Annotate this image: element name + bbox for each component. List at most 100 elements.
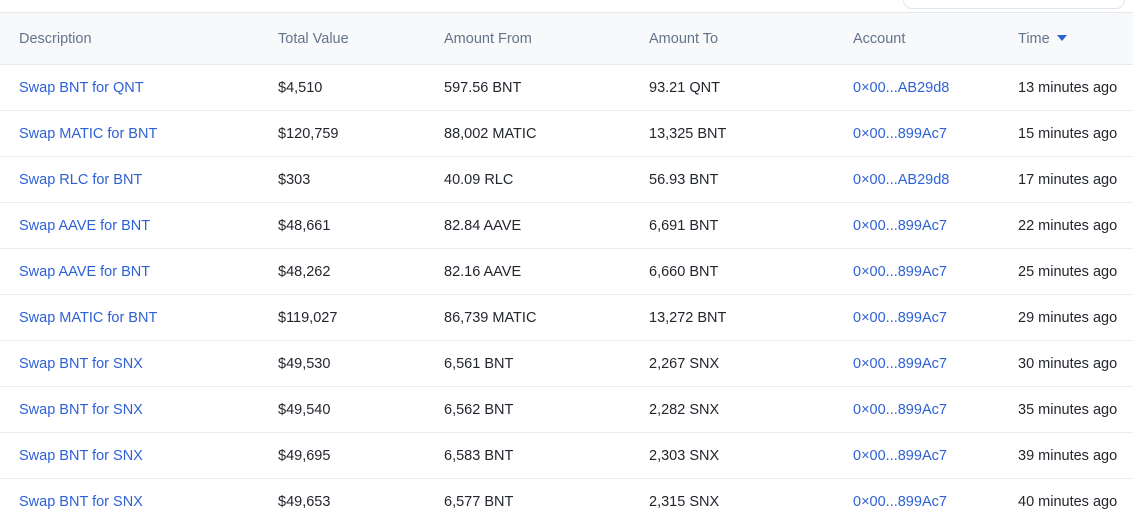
total-value-cell: $4,510 xyxy=(259,64,425,111)
time-cell: 30 minutes ago xyxy=(999,340,1133,387)
table-row: Swap BNT for SNX $49,695 6,583 BNT 2,303… xyxy=(0,432,1133,479)
account-cell: 0×00...AB29d8 xyxy=(834,64,999,111)
description-link[interactable]: Swap BNT for SNX xyxy=(19,448,143,464)
time-cell: 35 minutes ago xyxy=(999,386,1133,433)
total-value-cell: $119,027 xyxy=(259,294,425,341)
time-cell: 25 minutes ago xyxy=(999,248,1133,295)
amount-from-cell: 6,561 BNT xyxy=(425,340,630,387)
table-row: Swap AAVE for BNT $48,661 82.84 AAVE 6,6… xyxy=(0,202,1133,249)
account-link[interactable]: 0×00...AB29d8 xyxy=(853,80,949,96)
description-cell: Swap AAVE for BNT xyxy=(0,248,259,295)
description-link[interactable]: Swap BNT for SNX xyxy=(19,494,143,510)
account-link[interactable]: 0×00...899Ac7 xyxy=(853,264,947,280)
description-link[interactable]: Swap AAVE for BNT xyxy=(19,218,150,234)
amount-from-cell: 86,739 MATIC xyxy=(425,294,630,341)
column-header-time-label: Time xyxy=(1018,30,1050,47)
amount-from-cell: 82.84 AAVE xyxy=(425,202,630,249)
amount-from-cell: 6,583 BNT xyxy=(425,432,630,479)
total-value-cell: $49,540 xyxy=(259,386,425,433)
total-value-cell: $49,530 xyxy=(259,340,425,387)
total-value-cell: $48,262 xyxy=(259,248,425,295)
amount-to-cell: 2,267 SNX xyxy=(630,340,834,387)
description-cell: Swap BNT for QNT xyxy=(0,64,259,111)
amount-to-cell: 2,282 SNX xyxy=(630,386,834,433)
amount-to-cell: 2,303 SNX xyxy=(630,432,834,479)
sort-desc-icon[interactable] xyxy=(1056,34,1067,41)
description-link[interactable]: Swap AAVE for BNT xyxy=(19,264,150,280)
time-cell: 40 minutes ago xyxy=(1018,493,1118,510)
description-cell: Swap AAVE for BNT xyxy=(0,202,259,249)
description-cell: Swap BNT for SNX xyxy=(0,386,259,433)
amount-from-cell: 597.56 BNT xyxy=(425,64,630,111)
account-cell: 0×00...899Ac7 xyxy=(834,479,999,516)
table-row: Swap BNT for SNX $49,530 6,561 BNT 2,267… xyxy=(0,340,1133,387)
table-row: Swap AAVE for BNT $48,262 82.16 AAVE 6,6… xyxy=(0,248,1133,295)
account-cell: 0×00...899Ac7 xyxy=(834,110,999,157)
account-cell: 0×00...899Ac7 xyxy=(834,340,999,387)
transactions-page: Description Total Value Amount From Amou… xyxy=(0,0,1133,516)
amount-from-cell: 82.16 AAVE xyxy=(425,248,630,295)
table-body: Swap BNT for QNT $4,510 597.56 BNT 93.21… xyxy=(0,64,1133,516)
amount-to-cell: 13,325 BNT xyxy=(630,110,834,157)
description-cell: Swap BNT for SNX xyxy=(0,432,259,479)
filter-input[interactable] xyxy=(903,0,1125,9)
column-header-total-value[interactable]: Total Value xyxy=(259,12,425,65)
time-cell: 13 minutes ago xyxy=(999,64,1133,111)
column-header-account[interactable]: Account xyxy=(834,12,999,65)
description-link[interactable]: Swap MATIC for BNT xyxy=(19,126,157,142)
table-row: Swap BNT for SNX $49,540 6,562 BNT 2,282… xyxy=(0,386,1133,433)
total-value-cell: $303 xyxy=(259,156,425,203)
account-link[interactable]: 0×00...AB29d8 xyxy=(853,172,949,188)
description-link[interactable]: Swap BNT for QNT xyxy=(19,80,144,96)
account-cell: 0×00...899Ac7 xyxy=(834,432,999,479)
column-header-amount-from[interactable]: Amount From xyxy=(425,12,630,65)
description-cell: Swap MATIC for BNT xyxy=(0,110,259,157)
table-row: Swap BNT for SNX $49,653 6,577 BNT 2,315… xyxy=(0,479,1133,516)
amount-to-cell: 6,660 BNT xyxy=(630,248,834,295)
description-link[interactable]: Swap RLC for BNT xyxy=(19,172,142,188)
description-link[interactable]: Swap BNT for SNX xyxy=(19,402,143,418)
account-link[interactable]: 0×00...899Ac7 xyxy=(853,218,947,234)
account-cell: 0×00...899Ac7 xyxy=(834,248,999,295)
table-header: Description Total Value Amount From Amou… xyxy=(0,12,1133,65)
time-cell: 15 minutes ago xyxy=(999,110,1133,157)
account-link[interactable]: 0×00...899Ac7 xyxy=(853,356,947,372)
table-row: Swap RLC for BNT $303 40.09 RLC 56.93 BN… xyxy=(0,156,1133,203)
column-header-time[interactable]: Time xyxy=(999,12,1133,65)
time-cell: 39 minutes ago xyxy=(999,432,1133,479)
description-cell: Swap BNT for SNX xyxy=(0,340,259,387)
account-link[interactable]: 0×00...899Ac7 xyxy=(853,310,947,326)
time-cell: 29 minutes ago xyxy=(999,294,1133,341)
account-link[interactable]: 0×00...899Ac7 xyxy=(853,402,947,418)
account-cell: 0×00...AB29d8 xyxy=(834,156,999,203)
column-header-amount-to[interactable]: Amount To xyxy=(630,12,834,65)
total-value-cell: $49,653 xyxy=(278,493,331,510)
account-link[interactable]: 0×00...899Ac7 xyxy=(853,126,947,142)
amount-to-cell: 93.21 QNT xyxy=(630,64,834,111)
account-cell: 0×00...899Ac7 xyxy=(834,202,999,249)
account-link[interactable]: 0×00...899Ac7 xyxy=(853,448,947,464)
account-cell: 0×00...899Ac7 xyxy=(834,294,999,341)
amount-to-cell: 6,691 BNT xyxy=(630,202,834,249)
transactions-table: Description Total Value Amount From Amou… xyxy=(0,12,1133,516)
amount-to-cell: 2,315 SNX xyxy=(649,493,720,510)
amount-from-cell: 88,002 MATIC xyxy=(425,110,630,157)
description-link[interactable]: Swap MATIC for BNT xyxy=(19,310,157,326)
table-row: Swap MATIC for BNT $119,027 86,739 MATIC… xyxy=(0,294,1133,341)
time-cell: 22 minutes ago xyxy=(999,202,1133,249)
total-value-cell: $49,695 xyxy=(259,432,425,479)
account-link[interactable]: 0×00...899Ac7 xyxy=(853,494,947,510)
column-header-description[interactable]: Description xyxy=(0,12,259,65)
account-cell: 0×00...899Ac7 xyxy=(834,386,999,433)
amount-to-cell: 13,272 BNT xyxy=(630,294,834,341)
description-cell: Swap MATIC for BNT xyxy=(0,294,259,341)
amount-to-cell: 56.93 BNT xyxy=(630,156,834,203)
amount-from-cell: 40.09 RLC xyxy=(425,156,630,203)
amount-from-cell: 6,562 BNT xyxy=(425,386,630,433)
amount-from-cell: 6,577 BNT xyxy=(444,493,514,510)
table-row: Swap MATIC for BNT $120,759 88,002 MATIC… xyxy=(0,110,1133,157)
total-value-cell: $48,661 xyxy=(259,202,425,249)
description-link[interactable]: Swap BNT for SNX xyxy=(19,356,143,372)
total-value-cell: $120,759 xyxy=(259,110,425,157)
time-cell: 17 minutes ago xyxy=(999,156,1133,203)
